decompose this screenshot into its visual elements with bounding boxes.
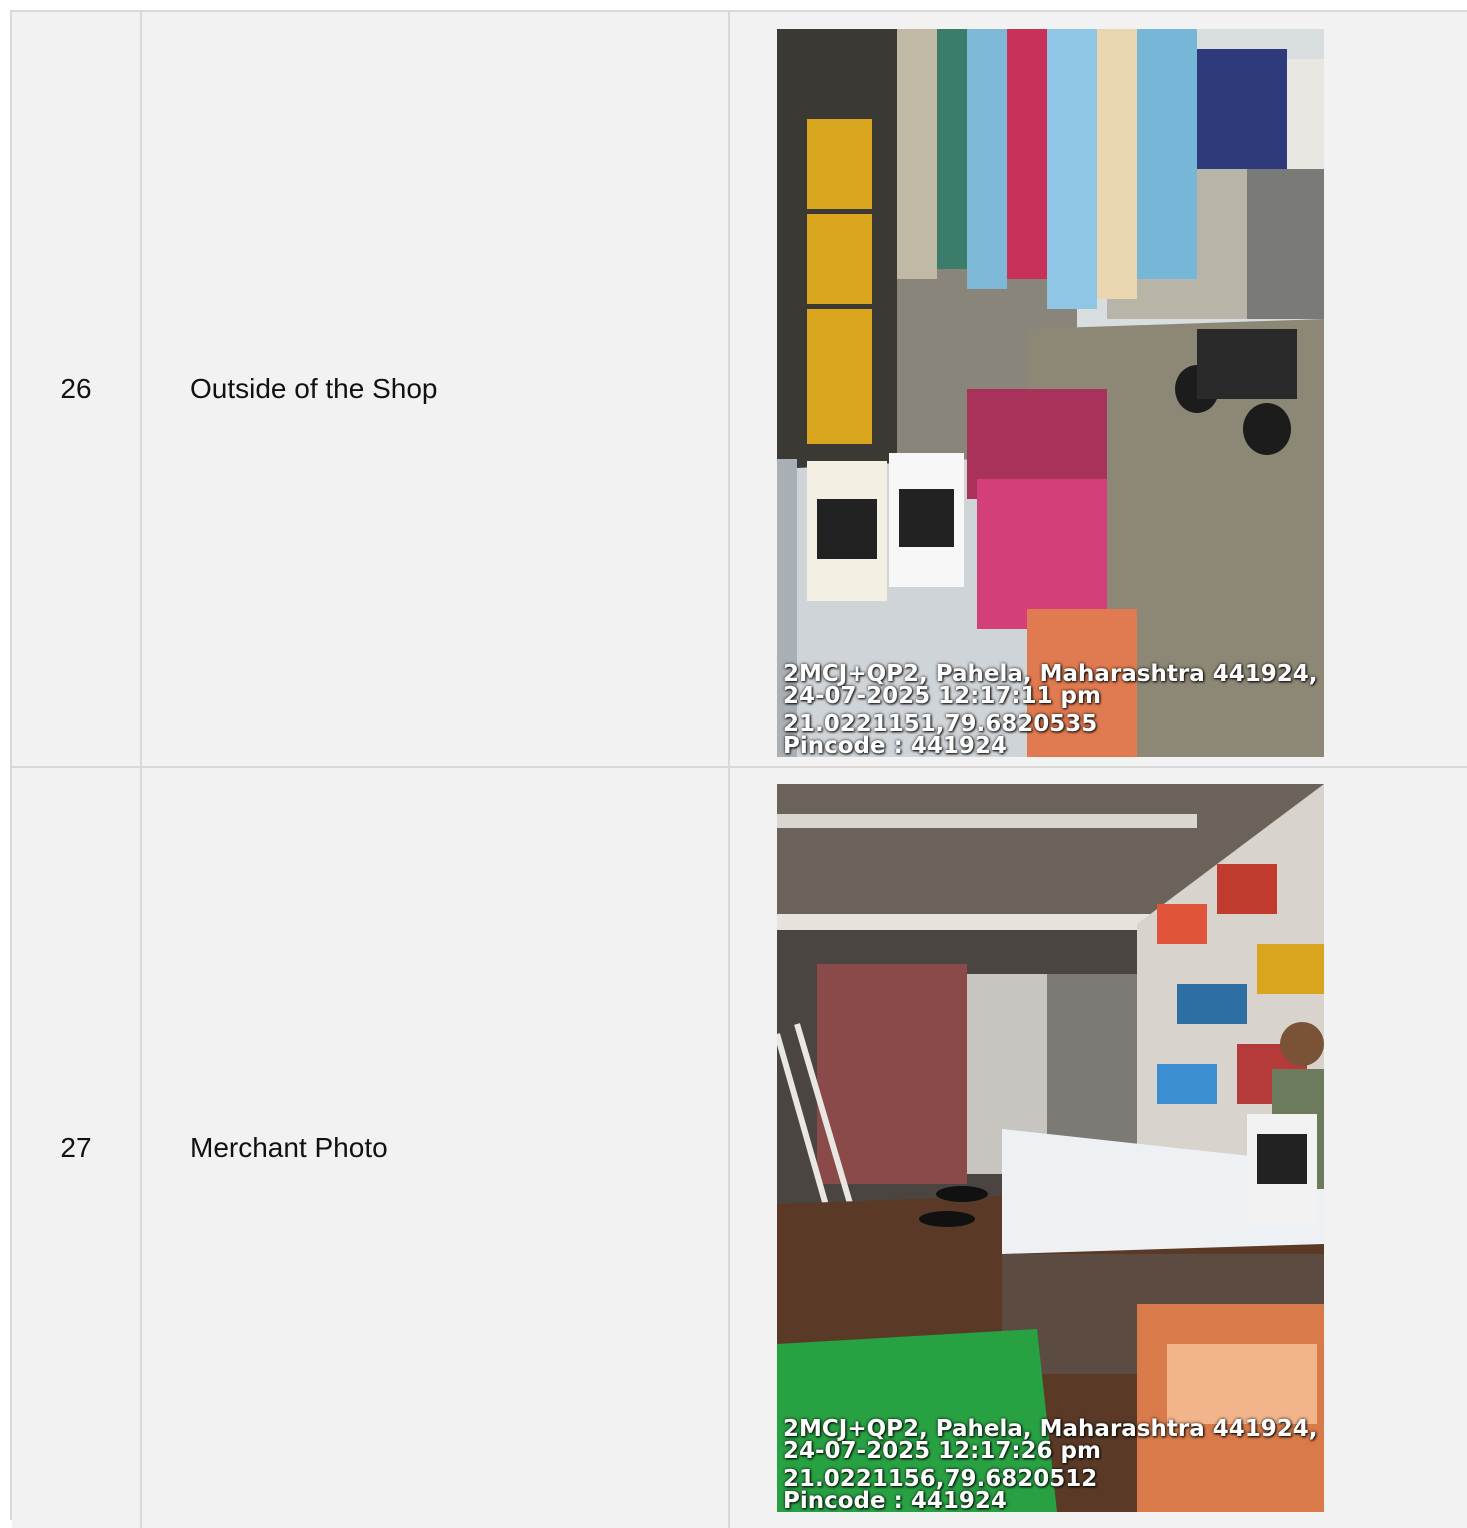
- row-label: Outside of the Shop: [190, 373, 438, 404]
- row-photo-cell: 2MCJ+QP2, Pahela, Maharashtra 441924, In…: [730, 768, 1467, 1528]
- row-label-cell: Merchant Photo: [142, 768, 730, 1528]
- geotag-coords: 21.0221151,79.6820535: [783, 711, 1098, 737]
- row-number-cell: 26: [12, 12, 142, 766]
- photo-geotag-overlay: 2MCJ+QP2, Pahela, Maharashtra 441924, In…: [783, 1416, 1324, 1513]
- photo-geotag-overlay: 2MCJ+QP2, Pahela, Maharashtra 441924, In…: [783, 661, 1324, 758]
- geotag-coords: 21.0221156,79.6820512: [783, 1466, 1098, 1492]
- row-label: Merchant Photo: [190, 1132, 388, 1163]
- shop-outside-image: [777, 29, 1324, 757]
- row-number: 27: [60, 1132, 92, 1163]
- row-number: 26: [60, 373, 92, 404]
- table-row: 26 Outside of the Shop 2MCJ+QP2, Pahela,…: [12, 12, 1467, 768]
- geotag-pincode: Pincode : 441924: [783, 1488, 1007, 1513]
- merchant-image: [777, 784, 1324, 1512]
- geotag-datetime: 24-07-2025 12:17:11 pm: [783, 683, 1101, 709]
- row-number-cell: 27: [12, 768, 142, 1528]
- geotag-address: 2MCJ+QP2, Pahela, Maharashtra 441924, In: [783, 1416, 1324, 1442]
- merchant-photo[interactable]: 2MCJ+QP2, Pahela, Maharashtra 441924, In…: [777, 784, 1324, 1512]
- shop-outside-photo[interactable]: 2MCJ+QP2, Pahela, Maharashtra 441924, In…: [777, 29, 1324, 757]
- geotag-datetime: 24-07-2025 12:17:26 pm: [783, 1438, 1101, 1464]
- row-label-cell: Outside of the Shop: [142, 12, 730, 766]
- photo-table: 26 Outside of the Shop 2MCJ+QP2, Pahela,…: [10, 10, 1467, 1528]
- table-row: 27 Merchant Photo 2MCJ+QP2, Pahela, Maha…: [12, 768, 1467, 1528]
- row-photo-cell: 2MCJ+QP2, Pahela, Maharashtra 441924, In…: [730, 12, 1467, 766]
- geotag-address: 2MCJ+QP2, Pahela, Maharashtra 441924, In: [783, 661, 1324, 687]
- geotag-pincode: Pincode : 441924: [783, 733, 1007, 758]
